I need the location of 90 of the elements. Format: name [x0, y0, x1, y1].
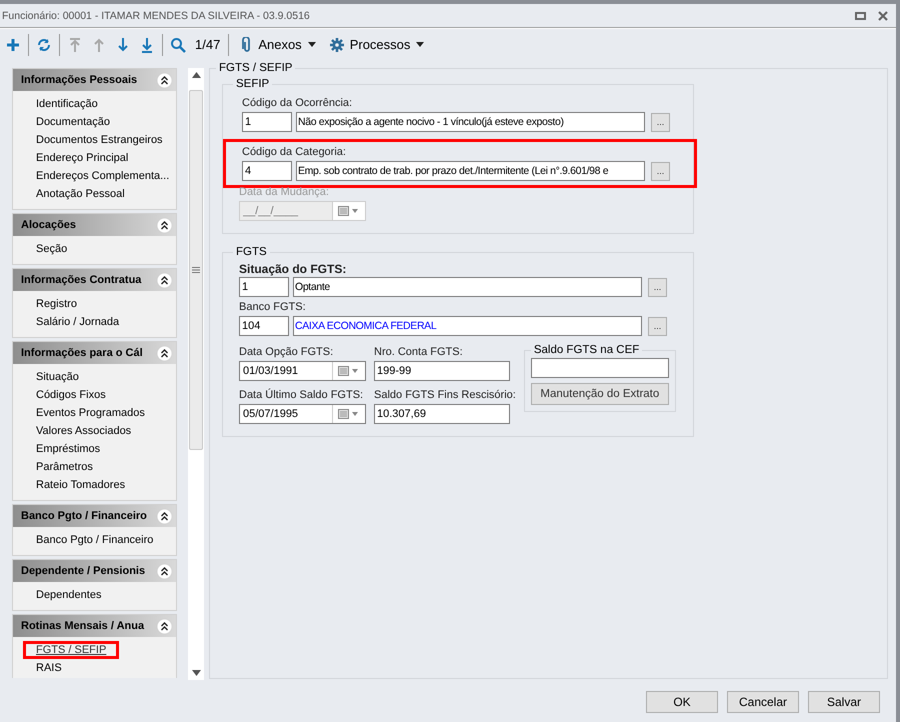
- scroll-thumb[interactable]: [189, 90, 203, 450]
- lookup-button[interactable]: ...: [651, 162, 670, 180]
- sidebar-item[interactable]: Situação: [23, 368, 92, 386]
- section-header[interactable]: Alocações: [13, 214, 176, 236]
- record-counter: 1/47: [194, 37, 222, 52]
- collapse-icon[interactable]: [157, 272, 172, 288]
- search-icon: [170, 36, 186, 52]
- sidebar-item[interactable]: Eventos Programados: [23, 404, 158, 422]
- field-label: Código da Ocorrência:: [242, 97, 354, 111]
- balance-field[interactable]: 10.307,69: [374, 404, 510, 424]
- grip-icon: [192, 267, 200, 273]
- sidebar-item[interactable]: Empréstimos: [23, 440, 114, 458]
- collapse-icon[interactable]: [157, 72, 172, 88]
- sidebar-item[interactable]: Seção: [23, 240, 80, 258]
- lookup-button[interactable]: ...: [648, 278, 667, 296]
- field-label: Código da Categoria:: [242, 146, 347, 160]
- scroll-up-icon[interactable]: [192, 72, 200, 78]
- field-label: Banco FGTS:: [239, 301, 307, 315]
- calendar-icon: [338, 366, 360, 376]
- calendar-icon: [338, 206, 360, 216]
- section-header[interactable]: Informações Contratua: [13, 269, 176, 291]
- add-icon: [5, 36, 21, 52]
- calendar-icon: [338, 409, 360, 419]
- sidebar-item[interactable]: Valores Associados: [23, 422, 144, 440]
- section-header[interactable]: Rotinas Mensais / Anua: [13, 615, 176, 637]
- caret-icon: [416, 42, 424, 47]
- collapse-icon[interactable]: [157, 218, 172, 232]
- group-title: FGTS: [235, 246, 268, 258]
- group-title: SEFIP: [235, 78, 270, 90]
- cef-balance-field[interactable]: [530, 358, 669, 378]
- menu-button[interactable]: Processos: [326, 32, 428, 56]
- gear-icon: [330, 38, 344, 52]
- caret-icon: [308, 42, 316, 47]
- panel-title: FGTS / SEFIP: [218, 62, 294, 74]
- collapse-icon[interactable]: [157, 346, 172, 360]
- field-label: Data Opção FGTS:: [239, 346, 334, 360]
- sidebar-item[interactable]: Salário / Jornada: [23, 313, 132, 331]
- date-field[interactable]: 05/07/1995: [239, 404, 366, 424]
- sidebar-item[interactable]: Banco Pgto / Financeiro: [23, 531, 166, 549]
- description-field[interactable]: Não exposição a agente nocivo - 1 vínculo(já esteve exposto): [296, 112, 645, 132]
- code-field[interactable]: 104: [239, 316, 289, 336]
- paperclip-icon: [242, 36, 252, 52]
- sidebar-item[interactable]: Registro: [23, 295, 90, 313]
- field-label: Nro. Conta FGTS:: [374, 346, 463, 360]
- scrollbar[interactable]: [188, 68, 204, 680]
- dialog-button[interactable]: OK: [646, 691, 718, 713]
- collapse-icon[interactable]: [157, 564, 172, 578]
- field-label: Situação do FGTS:: [239, 262, 348, 277]
- sidebar-item[interactable]: Documentação: [23, 113, 123, 131]
- sidebar-item[interactable]: Documentos Estrangeiros: [23, 131, 176, 149]
- field-label: Data da Mudança:: [239, 186, 330, 200]
- group-title: Saldo FGTS na CEF: [532, 344, 640, 356]
- lookup-button[interactable]: ...: [648, 316, 667, 336]
- refresh-icon: [36, 36, 52, 52]
- sidebar-item[interactable]: Anotação Pessoal: [23, 185, 138, 203]
- sidebar-item[interactable]: Códigos Fixos: [23, 386, 119, 404]
- section-header[interactable]: Banco Pgto / Financeiro: [13, 505, 176, 527]
- sidebar-item[interactable]: Rateio Tomadores: [23, 476, 138, 494]
- section-header[interactable]: Informações para o Cál: [13, 342, 176, 364]
- sidebar-item[interactable]: Parâmetros: [23, 458, 106, 476]
- description-field[interactable]: Emp. sob contrato de trab. por prazo det./Intermitente (Lei n°.9.601/98 e: [296, 161, 645, 181]
- description-field[interactable]: CAIXA ECONOMICA FEDERAL: [293, 316, 642, 336]
- code-field[interactable]: 1: [242, 112, 292, 132]
- code-field[interactable]: 1: [239, 277, 289, 297]
- arrow-to-top-icon: [67, 36, 83, 52]
- section-header[interactable]: Informações Pessoais: [13, 69, 176, 91]
- description-field[interactable]: Optante: [293, 277, 642, 297]
- account-field[interactable]: 199-99: [374, 361, 510, 381]
- sidebar-item[interactable]: RAIS: [23, 659, 75, 677]
- collapse-icon[interactable]: [157, 508, 172, 524]
- field-label: Saldo FGTS Fins Rescisório:: [374, 389, 516, 403]
- field-label: Data Último Saldo FGTS:: [239, 389, 364, 403]
- sidebar-item[interactable]: Endereços Complementa...: [23, 167, 180, 185]
- maximize-icon[interactable]: [854, 10, 868, 22]
- dialog-button[interactable]: Salvar: [808, 691, 880, 713]
- close-icon[interactable]: [876, 10, 890, 22]
- collapse-icon[interactable]: [157, 618, 172, 634]
- scroll-down-icon[interactable]: [192, 670, 200, 676]
- code-field[interactable]: 4: [242, 161, 292, 181]
- sidebar-item[interactable]: FGTS / SEFIP: [23, 641, 120, 659]
- lookup-button[interactable]: ...: [651, 112, 670, 132]
- sidebar-item[interactable]: Endereço Principal: [23, 149, 142, 167]
- date-field[interactable]: 01/03/1991: [239, 361, 366, 381]
- section-header[interactable]: Dependente / Pensionis: [13, 560, 176, 582]
- window-title: Funcionário: 00001 - ITAMAR MENDES DA SILVEIRA - 03.9.0516: [2, 10, 311, 22]
- arrow-to-bottom-icon: [139, 36, 155, 52]
- sidebar-item[interactable]: Identificação: [23, 95, 111, 113]
- menu-button[interactable]: Anexos: [239, 32, 319, 56]
- dialog-button[interactable]: Cancelar: [727, 691, 799, 713]
- sidebar-item[interactable]: Dependentes: [23, 586, 114, 604]
